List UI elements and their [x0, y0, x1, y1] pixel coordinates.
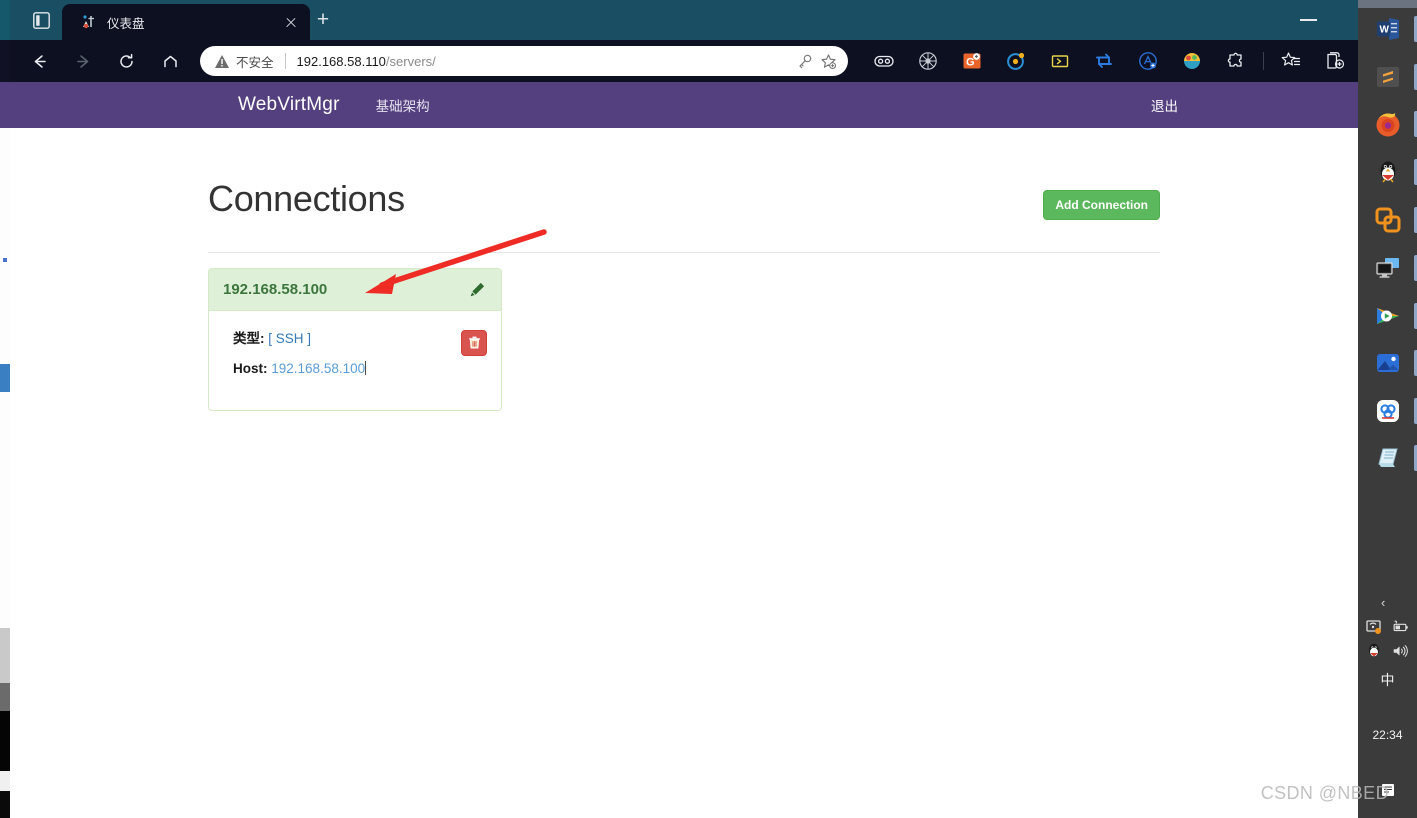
grammar-extension-icon[interactable]: G: [950, 46, 994, 76]
extensions-toolbar: G: [862, 46, 1357, 76]
connection-type-row: 类型: [ SSH ]: [233, 327, 487, 347]
bg-sliver-toolbar: [0, 40, 10, 82]
page-content: WebVirtMgr 基础架构 退出 Connections Add Conne…: [10, 82, 1358, 818]
bg-sliver-bottom: [0, 791, 10, 818]
watermark: CSDN @NBED: [1260, 783, 1389, 803]
logout-link[interactable]: 退出: [1151, 95, 1178, 115]
bg-sliver-band: [0, 683, 10, 711]
trash-icon: [468, 335, 481, 352]
header-divider: [208, 252, 1160, 253]
page-container: Connections Add Connection 192.168.58.10…: [208, 128, 1160, 411]
qq-tray-icon[interactable]: [1365, 642, 1383, 660]
target-extension-icon[interactable]: [994, 46, 1038, 76]
svg-text:W: W: [1379, 24, 1389, 35]
nav-link-infrastructure[interactable]: 基础架构: [376, 95, 430, 115]
adblock-extension-icon[interactable]: [1126, 46, 1170, 76]
windows-taskbar: W ‹ 中 22:34: [1358, 0, 1417, 818]
taskbar-top-accent: [1358, 0, 1417, 8]
connection-host-row: Host: 192.168.58.100: [233, 361, 487, 376]
taskbar-app-firefox[interactable]: [1372, 108, 1403, 139]
taskbar-app-notepad[interactable]: [1372, 442, 1403, 473]
connection-host-label: Host:: [233, 361, 268, 376]
warning-icon: [214, 54, 230, 69]
address-separator: [284, 53, 286, 69]
pencil-icon[interactable]: [467, 280, 487, 300]
page-title: Connections: [208, 178, 405, 219]
taskbar-app-remote-desktop[interactable]: [1372, 252, 1403, 283]
new-tab-button[interactable]: +: [310, 9, 336, 33]
taskbar-app-baidu-netdisk[interactable]: [1372, 395, 1403, 426]
key-icon[interactable]: [792, 49, 816, 73]
page-header: Connections Add Connection: [208, 178, 1160, 238]
ime-indicator[interactable]: 中: [1358, 670, 1417, 690]
reload-icon[interactable]: [113, 48, 139, 74]
window-minimize-button[interactable]: [1294, 8, 1324, 30]
console-extension-icon[interactable]: [1038, 46, 1082, 76]
taskbar-app-sublime-text[interactable]: [1372, 61, 1403, 92]
globe-favicon: [79, 13, 97, 31]
text-cursor: [365, 361, 367, 375]
bg-sliver-tabstrip: [0, 0, 10, 40]
screen: 仪表盘 + 不安全 192.168.58.110/servers/ G WebV…: [0, 0, 1417, 818]
toolbar-divider: [1263, 52, 1264, 70]
add-connection-button[interactable]: Add Connection: [1043, 190, 1160, 220]
browser-toolbar: 不安全 192.168.58.110/servers/ G: [10, 40, 1358, 82]
taskbar-app-tencent-video[interactable]: [1372, 300, 1403, 331]
back-arrow-icon[interactable]: [26, 48, 52, 74]
connection-host-value: 192.168.58.100: [271, 361, 366, 376]
spider-extension-icon[interactable]: [906, 46, 950, 76]
tab-title: 仪表盘: [107, 16, 145, 31]
bg-sliver-navbar: [0, 82, 10, 128]
svg-text:G: G: [966, 57, 975, 69]
favorites-icon[interactable]: [1269, 46, 1313, 76]
monocle-extension-icon[interactable]: [862, 46, 906, 76]
security-label: 不安全: [236, 55, 274, 70]
address-text: 192.168.58.110/servers/: [297, 54, 792, 69]
forward-arrow-icon[interactable]: [70, 48, 96, 74]
browser-tab[interactable]: 仪表盘: [62, 4, 310, 40]
taskbar-app-word[interactable]: W: [1372, 13, 1403, 44]
url-path: /servers/: [385, 53, 436, 69]
delete-connection-button[interactable]: [461, 330, 487, 356]
bg-sliver-highlight: [0, 364, 10, 392]
tray-row-one: [1365, 618, 1409, 636]
puzzle-extension-icon[interactable]: [1214, 46, 1258, 76]
sync-extension-icon[interactable]: [1082, 46, 1126, 76]
bg-sliver-dot: [3, 258, 7, 262]
taskbar-clock[interactable]: 22:34: [1358, 728, 1417, 742]
bg-sliver-lower: [0, 628, 10, 683]
connection-card-body: 类型: [ SSH ] Host: 192.168.58.100: [209, 311, 501, 410]
connection-card-header: 192.168.58.100: [209, 269, 501, 311]
taskbar-app-photos[interactable]: [1372, 347, 1403, 378]
tab-actions-icon[interactable]: [27, 9, 55, 31]
connection-type-value: [ SSH ]: [268, 331, 312, 346]
bg-sliver-dark: [0, 711, 10, 771]
connection-name[interactable]: 192.168.58.100: [223, 281, 327, 298]
browser-window: 仪表盘 + 不安全 192.168.58.110/servers/ G WebV…: [10, 0, 1358, 818]
address-bar[interactable]: 不安全 192.168.58.110/servers/: [200, 46, 848, 76]
taskbar-app-qq[interactable]: [1372, 156, 1403, 187]
background-window-sliver: [0, 0, 10, 818]
add-favorite-icon[interactable]: [816, 49, 840, 73]
color-extension-icon[interactable]: [1170, 46, 1214, 76]
browser-tabstrip: 仪表盘 +: [10, 0, 1358, 40]
network-icon[interactable]: [1365, 618, 1383, 636]
taskbar-app-vmware[interactable]: [1372, 204, 1403, 235]
tray-expand-chevron[interactable]: ‹: [1381, 595, 1385, 610]
connection-card: 192.168.58.100 类型: [ SSH ] Host: 192.168…: [208, 268, 502, 411]
bg-sliver-light: [0, 771, 10, 791]
volume-icon[interactable]: [1391, 642, 1409, 660]
battery-icon[interactable]: [1391, 618, 1409, 636]
connection-type-label: 类型:: [233, 331, 265, 346]
site-navbar: WebVirtMgr 基础架构 退出: [10, 82, 1358, 128]
tray-row-two: [1365, 642, 1409, 660]
collections-icon[interactable]: [1313, 46, 1357, 76]
site-brand[interactable]: WebVirtMgr: [238, 94, 340, 116]
close-icon[interactable]: [280, 11, 302, 33]
url-host: 192.168.58.110: [296, 53, 386, 69]
home-icon[interactable]: [157, 48, 183, 74]
